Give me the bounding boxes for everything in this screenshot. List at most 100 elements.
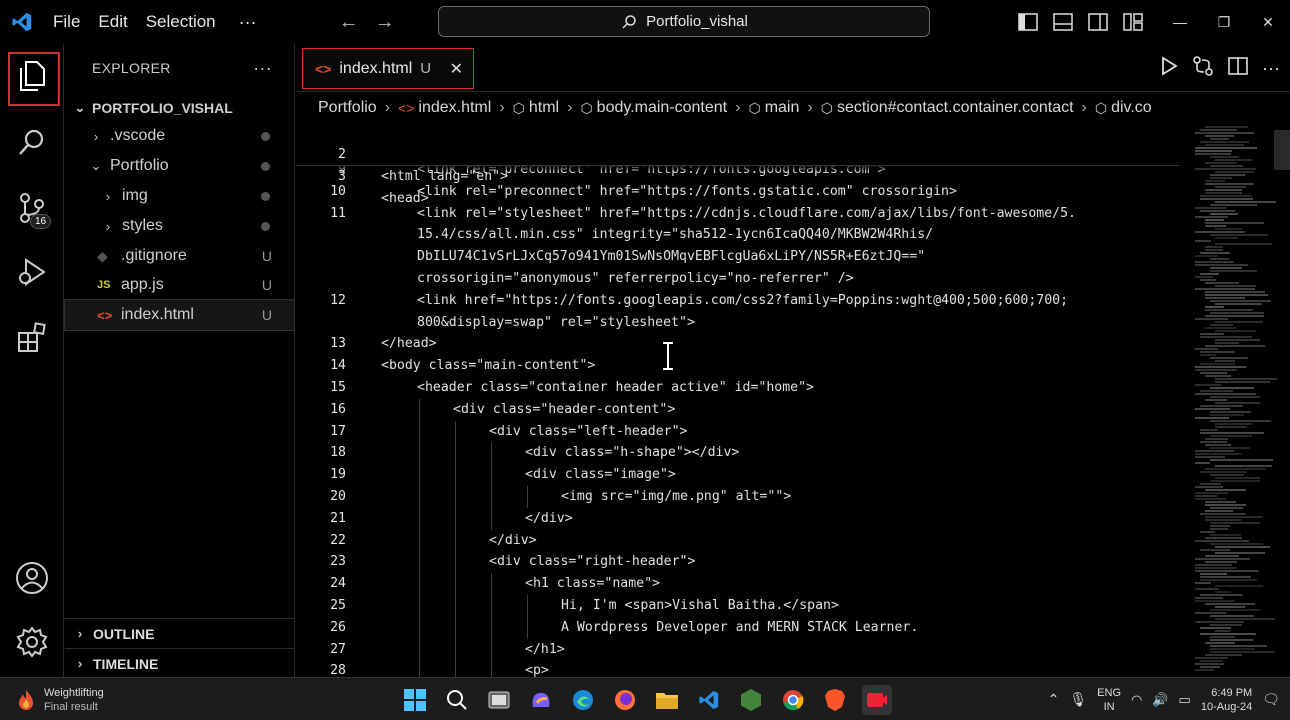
tree-item-styles[interactable]: › styles [65,211,294,241]
customize-layout-icon[interactable] [1115,0,1150,44]
minimap-line [1195,612,1227,614]
indent-guide [491,442,492,465]
accounts-icon[interactable] [0,548,64,608]
chevron-right-icon: › [77,656,83,671]
language-code: ENG [1097,686,1122,699]
run-icon[interactable] [1160,55,1178,81]
menu-file[interactable]: File [44,0,89,44]
breadcrumb-separator-icon: › [567,99,573,116]
editor-more-icon[interactable]: ··· [1262,58,1280,79]
chevron-down-icon: ⌄ [74,100,86,115]
modified-dot [261,221,270,231]
breadcrumb-item[interactable]: body.main-content [597,99,727,117]
minimap-line [1195,366,1247,368]
extensions-icon[interactable] [0,308,64,368]
edge-browser-icon[interactable] [568,685,598,715]
code-text: A Wordpress Developer and MERN STACK Lea… [561,619,919,635]
microphone-icon[interactable]: 🎙 [1069,691,1087,708]
close-window-icon[interactable]: ✕ [1246,0,1290,44]
compare-changes-icon[interactable] [1192,55,1214,82]
title-bar: File Edit Selection ··· ← → Portfolio_vi… [0,0,1290,44]
minimap-line [1200,336,1252,338]
tab-index-html[interactable]: <> index.html U ✕ [302,48,474,89]
tree-item-img[interactable]: › img [65,181,294,211]
minimize-icon[interactable]: — [1158,0,1202,44]
minimap-line [1205,294,1269,296]
split-editor-icon[interactable] [1228,56,1248,80]
breadcrumb-item[interactable]: div.co [1111,99,1152,117]
breadcrumb-item[interactable]: Portfolio [318,99,377,117]
screen-recorder-icon[interactable] [862,684,892,715]
sticky-scroll[interactable]: 2 <html lang="en"> 3 <head> [296,122,1180,206]
close-tab-icon[interactable]: ✕ [450,59,463,79]
code-text: </div> [489,532,537,548]
timeline-section[interactable]: › TIMELINE [65,648,294,678]
explorer-more-icon[interactable]: ··· [253,58,272,79]
minimap-line [1205,345,1265,347]
run-debug-icon[interactable] [0,242,64,302]
vscode-taskbar-icon[interactable] [694,685,724,715]
sticky-line[interactable]: 2 <html lang="en"> [296,122,508,184]
forward-arrow-icon[interactable]: → [367,11,403,34]
brave-icon[interactable] [820,685,850,715]
minimap-line [1195,621,1244,623]
back-arrow-icon[interactable]: ← [331,11,367,34]
sticky-line[interactable]: 3 <head> [296,144,429,206]
search-sidebar-icon[interactable] [0,112,64,172]
node-icon[interactable] [736,685,766,715]
minimap-line [1215,378,1278,380]
minimap-line [1195,564,1233,566]
system-clock[interactable]: 6:49 PM 10-Aug-24 [1201,686,1252,714]
show-hidden-icons-icon[interactable]: ⌃ [1048,691,1060,708]
maximize-icon[interactable]: ❐ [1202,0,1246,44]
explorer-icon[interactable] [0,46,64,106]
code-text: <body class="main-content"> [381,358,596,374]
tree-item-index-html[interactable]: <> index.html U [64,299,295,331]
line-number: 24 [330,576,346,592]
task-view-icon[interactable] [484,685,514,715]
minimap-line [1205,561,1238,563]
code-editor[interactable]: 9 <link rel="preconnect" href="https://fo… [296,122,1180,677]
minimap-line [1215,228,1244,230]
settings-gear-icon[interactable] [0,612,64,672]
tree-item-portfolio[interactable]: ⌄ Portfolio [65,151,294,181]
breadcrumb-item[interactable]: main [765,99,800,117]
minimap[interactable] [1185,122,1278,677]
scrollbar-thumb[interactable] [1274,130,1290,170]
toggle-panel-icon[interactable] [1045,0,1080,44]
copilot-icon[interactable] [526,685,556,715]
command-center-search[interactable]: Portfolio_vishal [438,6,930,37]
source-control-icon[interactable]: 16 [0,178,64,238]
volume-icon[interactable]: 🔊 [1152,692,1168,708]
file-explorer-icon[interactable] [652,685,682,715]
minimap-line [1195,495,1218,497]
menu-edit[interactable]: Edit [89,0,136,44]
menu-more-icon[interactable]: ··· [225,12,271,33]
tree-item-gitignore[interactable]: ◆ .gitignore U [65,241,294,271]
breadcrumb-item[interactable]: index.html [418,99,491,117]
indent-guide [419,486,420,508]
breadcrumb-item[interactable]: html [529,99,559,117]
workspace-root[interactable]: ⌄ PORTFOLIO_VISHAL [65,93,294,123]
editor-tabs: <> index.html U ✕ ··· [296,44,1290,92]
wifi-icon[interactable]: ◠ [1131,692,1142,708]
windows-start-icon[interactable] [400,685,430,715]
toggle-primary-sidebar-icon[interactable] [1010,0,1045,44]
language-indicator[interactable]: ENG IN [1097,686,1121,714]
minimap-line [1210,138,1229,140]
tree-item-vscode[interactable]: › .vscode [65,121,294,151]
minimap-line [1205,192,1242,194]
outline-section[interactable]: › OUTLINE [65,618,294,648]
taskbar-search-icon[interactable] [442,685,472,715]
toggle-secondary-sidebar-icon[interactable] [1080,0,1115,44]
menu-selection[interactable]: Selection [137,0,225,44]
firefox-icon[interactable] [610,685,640,715]
weather-widget[interactable]: Weightlifting Final result [16,686,104,714]
breadcrumb-item[interactable]: section#contact.container.contact [837,99,1074,117]
minimap-line [1215,330,1256,332]
battery-icon[interactable]: ▭ [1179,692,1191,708]
tree-item-appjs[interactable]: JS app.js U [65,270,294,300]
chrome-icon[interactable] [778,685,808,715]
notifications-icon[interactable]: 🗨 [1262,691,1280,708]
tree-item-label: .gitignore [121,247,187,264]
